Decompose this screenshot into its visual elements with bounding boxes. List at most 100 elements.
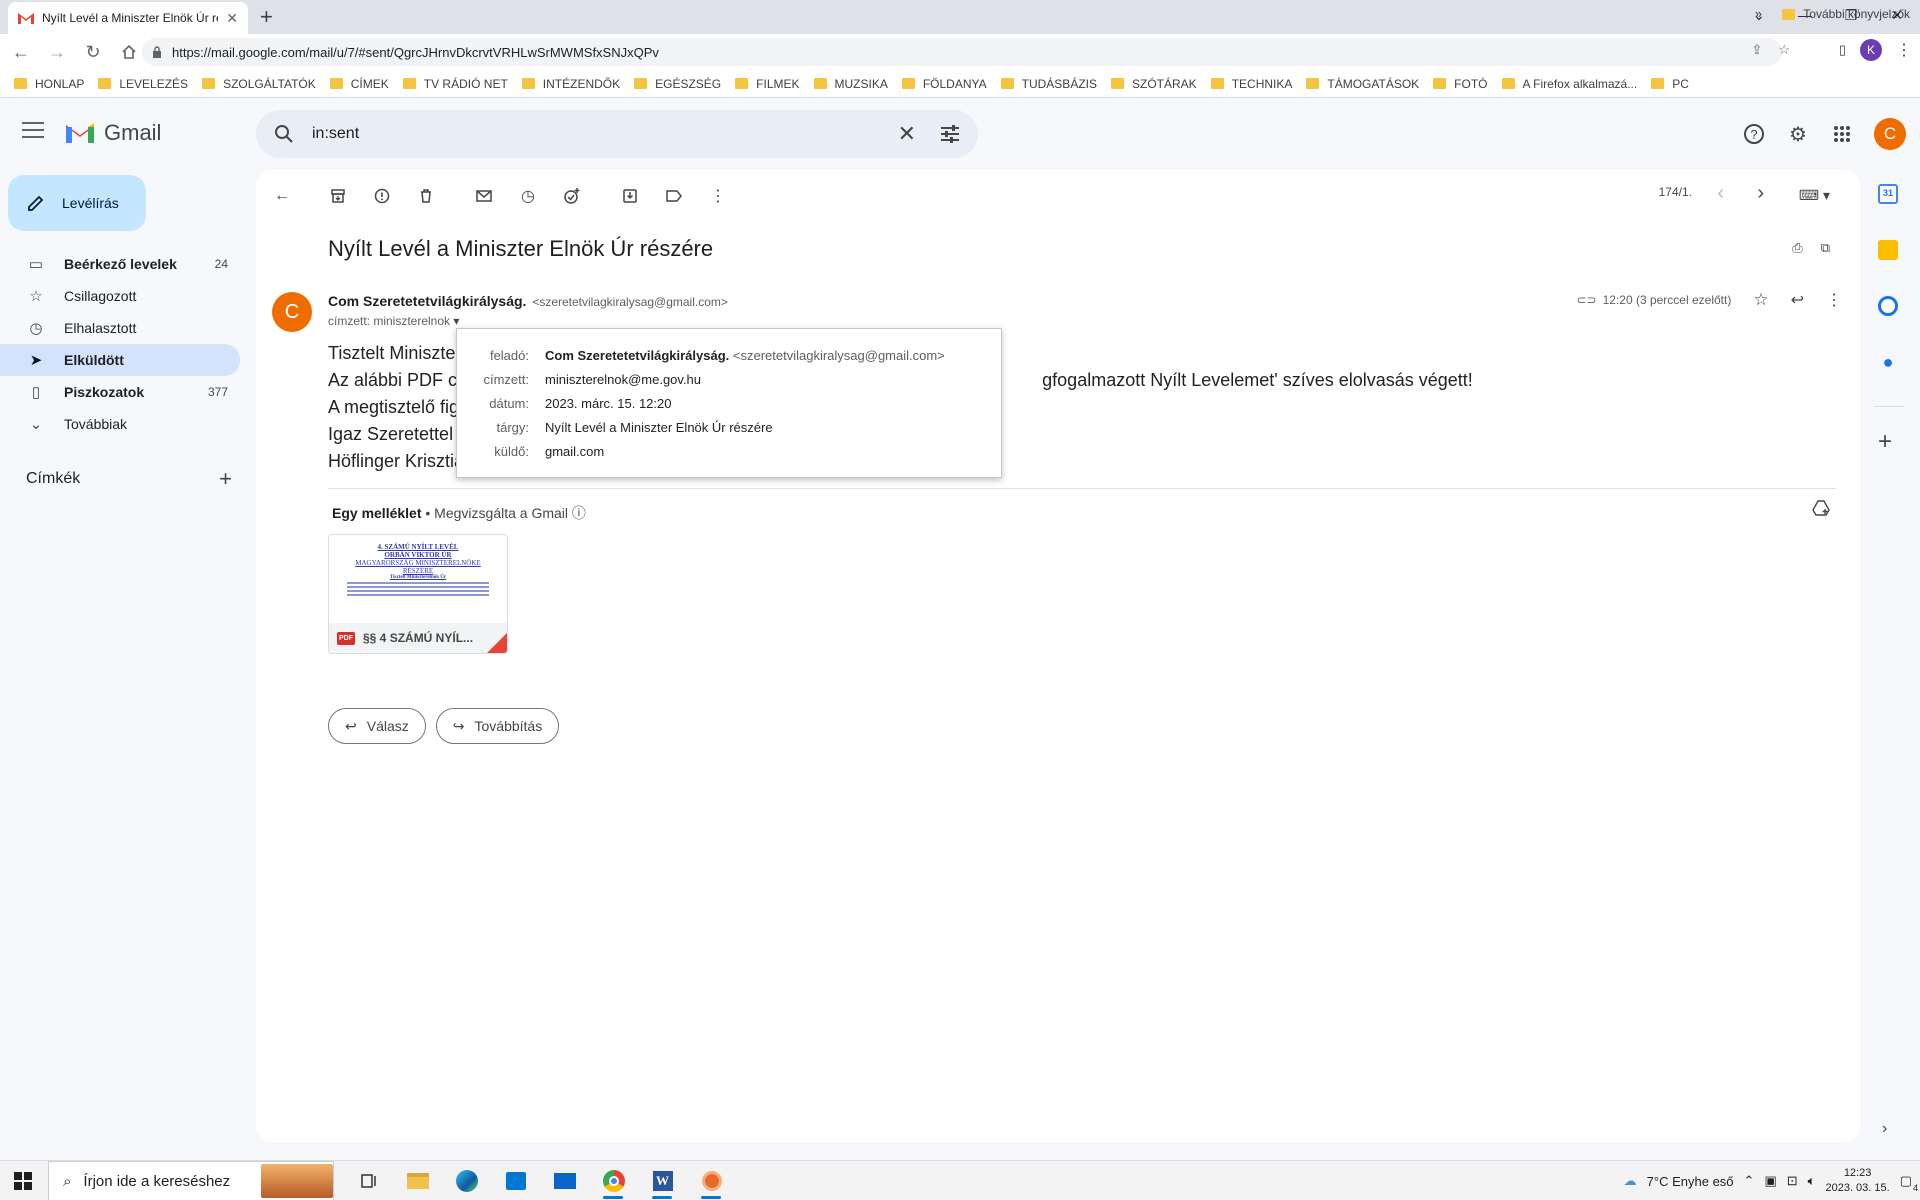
close-tab-icon[interactable]: ✕ [226, 10, 238, 27]
back-button[interactable]: ← [6, 37, 36, 67]
new-tab-button[interactable]: + [260, 4, 273, 30]
bookmark-folder[interactable]: A Firefox alkalmazá... [1501, 77, 1637, 91]
bookmark-folder[interactable]: TV RÁDIÓ NET [402, 77, 508, 91]
star-message-icon[interactable]: ☆ [1753, 290, 1768, 310]
notifications-icon[interactable]: ▢ 4 [1900, 1173, 1918, 1193]
bookmark-folder[interactable]: INTÉZENDŐK [521, 77, 620, 91]
show-details-icon[interactable]: ▾ [453, 314, 459, 328]
bookmark-folder[interactable]: PC [1651, 77, 1689, 91]
bookmarks-overflow-button[interactable]: » [1755, 6, 1762, 21]
bookmark-folder[interactable]: TUDÁSBÁZIS [1000, 77, 1097, 91]
volume-icon[interactable]: 🔈︎ [1808, 1173, 1816, 1189]
get-addons-icon[interactable]: + [1878, 428, 1892, 456]
info-icon[interactable]: ⓘ [572, 505, 586, 521]
bookmark-folder[interactable]: MUZSIKA [813, 77, 888, 91]
move-to-icon[interactable] [618, 184, 642, 208]
other-bookmarks[interactable]: További könyvjelzők [1782, 7, 1910, 21]
file-explorer-icon[interactable] [393, 1161, 442, 1200]
clear-search-icon[interactable]: ✕ [898, 121, 916, 147]
sidebar-item-inbox[interactable]: ▭ Beérkező levelek 24 [0, 248, 240, 280]
browser-tab[interactable]: Nyílt Levél a Miniszter Elnök Úr részére… [8, 2, 248, 34]
help-icon[interactable]: ? [1742, 122, 1766, 146]
word-icon[interactable]: W [638, 1161, 687, 1200]
search-input[interactable]: in:sent [312, 125, 359, 143]
snooze-icon[interactable]: ◷ [516, 184, 540, 208]
forward-button[interactable]: → [42, 37, 72, 67]
bookmark-folder[interactable]: CÍMEK [329, 77, 389, 91]
sidebar-item-more[interactable]: ⌄ Továbbiak [0, 408, 240, 440]
bookmark-folder[interactable]: FOTÓ [1433, 77, 1488, 91]
taskbar-search[interactable]: ⌕ Írjon ide a kereséshez [48, 1161, 334, 1200]
compose-button[interactable]: Levélírás [8, 175, 146, 231]
open-in-new-window-icon[interactable]: ⧉ [1821, 240, 1830, 256]
weather-text[interactable]: 7°C Enyhe eső [1647, 1174, 1734, 1189]
bookmark-folder[interactable]: HONLAP [14, 77, 84, 91]
bookmark-folder[interactable]: FILMEK [735, 77, 800, 91]
bookmark-folder[interactable]: SZÓTÁRAK [1111, 77, 1197, 91]
side-panel-icon[interactable]: ▯ [1839, 42, 1846, 58]
label-icon[interactable] [662, 184, 686, 208]
mail-icon[interactable] [540, 1161, 589, 1200]
input-tools-icon[interactable]: ⌨ ▾ [1799, 187, 1830, 204]
network-icon[interactable]: ⊡ [1787, 1173, 1798, 1189]
tasks-icon[interactable] [1878, 296, 1898, 316]
newer-icon[interactable]: ‹ [1717, 182, 1724, 205]
share-icon[interactable]: ⇪ [1751, 42, 1762, 58]
keep-icon[interactable] [1878, 240, 1898, 260]
add-to-tasks-icon[interactable] [560, 184, 584, 208]
forward-button[interactable]: ↪ Továbbítás [435, 708, 560, 744]
archive-icon[interactable] [326, 184, 350, 208]
tray-overflow-icon[interactable]: ⌃ [1744, 1173, 1755, 1189]
start-icon[interactable] [14, 1172, 32, 1190]
delete-icon[interactable] [414, 184, 438, 208]
settings-icon[interactable]: ⚙ [1786, 122, 1810, 146]
clock[interactable]: 12:23 2023. 03. 15. [1825, 1166, 1889, 1196]
sidebar-item-snoozed[interactable]: ◷ Elhalasztott [0, 312, 240, 344]
home-button[interactable] [114, 37, 144, 67]
browser-menu-icon[interactable]: ⋮ [1896, 40, 1912, 60]
reload-button[interactable]: ↻ [78, 37, 108, 67]
bookmark-folder[interactable]: FÖLDANYA [901, 77, 987, 91]
store-icon[interactable] [491, 1161, 540, 1200]
bookmark-folder[interactable]: LEVELEZÉS [98, 77, 188, 91]
task-view-icon[interactable] [344, 1161, 393, 1200]
reply-button[interactable]: ↩ Válasz [328, 708, 426, 744]
bookmark-folder[interactable]: TÁMOGATÁSOK [1306, 77, 1419, 91]
bookmark-folder[interactable]: TECHNIKA [1210, 77, 1292, 91]
gmail-logo[interactable]: Gmail [64, 120, 161, 146]
older-icon[interactable]: › [1757, 182, 1764, 205]
attachment-card[interactable]: 4. SZÁMÚ NYÍLT LEVÉL ORBÁN VIKTOR ÚR MAG… [328, 534, 508, 654]
mark-unread-icon[interactable] [472, 184, 496, 208]
contacts-icon[interactable]: ● [1878, 352, 1898, 372]
sender-name[interactable]: Com Szeretetetvilágkirályság. [328, 293, 526, 309]
chrome-icon[interactable] [589, 1161, 638, 1200]
reply-icon[interactable]: ↩ [1791, 290, 1804, 310]
more-options-icon[interactable]: ⋮ [1826, 290, 1842, 310]
calendar-icon[interactable]: 31 [1878, 184, 1898, 204]
print-icon[interactable]: ⎙ [1792, 240, 1802, 256]
bookmark-folder[interactable]: SZOLGÁLTATÓK [202, 77, 316, 91]
search-bar[interactable]: in:sent ✕ [256, 110, 978, 158]
profile-avatar[interactable]: K [1860, 39, 1882, 61]
sidebar-item-sent[interactable]: ➤ Elküldött [0, 344, 240, 376]
tray-app-icon[interactable]: ▣ [1764, 1173, 1776, 1189]
show-side-panel-icon[interactable]: › [1882, 1120, 1887, 1138]
sidebar-item-starred[interactable]: ☆ Csillagozott [0, 280, 240, 312]
report-spam-icon[interactable] [370, 184, 394, 208]
bookmark-folder[interactable]: EGÉSZSÉG [634, 77, 721, 91]
account-avatar[interactable]: C [1874, 118, 1906, 150]
bookmark-star-icon[interactable]: ☆ [1778, 42, 1790, 58]
weather-icon[interactable]: ☁ [1624, 1173, 1637, 1189]
sender-avatar[interactable]: C [272, 292, 312, 332]
app-icon[interactable] [687, 1161, 736, 1200]
recipient-line[interactable]: címzett: miniszterelnok ▾ [328, 314, 459, 328]
more-actions-icon[interactable]: ⋮ [706, 184, 730, 208]
add-label-icon[interactable]: + [219, 466, 232, 492]
back-to-list-icon[interactable]: ← [270, 184, 294, 208]
sidebar-item-drafts[interactable]: ▯ Piszkozatok 377 [0, 376, 240, 408]
add-to-drive-icon[interactable] [1812, 500, 1830, 519]
address-bar[interactable]: https://mail.google.com/mail/u/7/#sent/Q… [142, 38, 1782, 66]
main-menu-icon[interactable] [22, 122, 44, 138]
search-icon[interactable] [274, 124, 294, 144]
apps-grid-icon[interactable] [1830, 122, 1854, 146]
